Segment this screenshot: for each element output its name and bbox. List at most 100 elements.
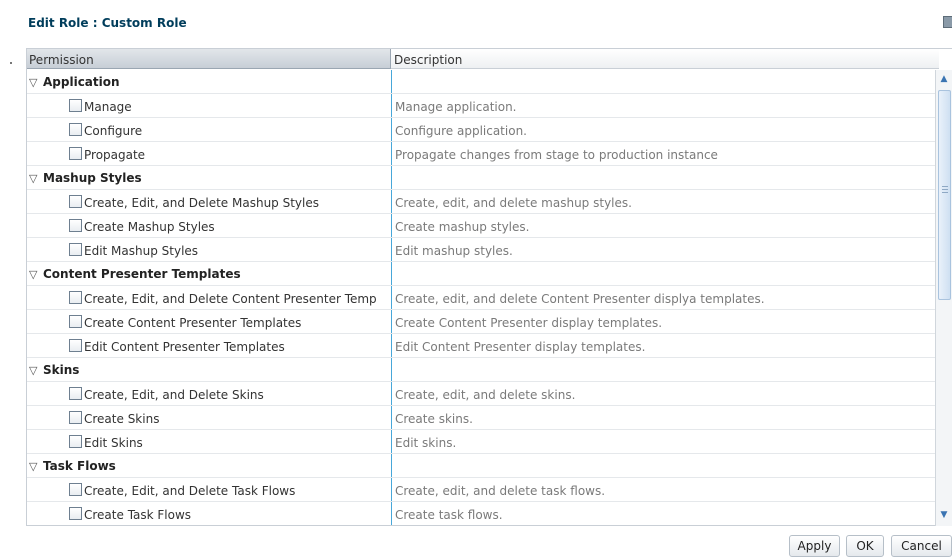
group-description-cell [391, 358, 939, 381]
permission-cell: Manage [27, 94, 391, 117]
permission-checkbox[interactable] [69, 411, 82, 424]
permission-cell: Create Skins [27, 406, 391, 429]
permission-description: Propagate changes from stage to producti… [391, 142, 939, 165]
arrow-down-icon[interactable]: ▼ [936, 508, 952, 522]
permission-label[interactable]: Edit Mashup Styles [84, 244, 198, 258]
permission-cell: Create Task Flows [27, 502, 391, 525]
table-row: Edit Mashup Styles Edit mashup styles. [27, 238, 939, 262]
permission-cell: Edit Mashup Styles [27, 238, 391, 261]
arrow-up-icon[interactable]: ▲ [936, 72, 952, 86]
permission-checkbox[interactable] [69, 195, 82, 208]
permission-label[interactable]: Edit Skins [84, 436, 143, 450]
table-row: Create, Edit, and Delete Skins Create, ed… [27, 382, 939, 406]
dialog-titlebar: Edit Role : Custom Role [0, 0, 952, 44]
table-row: Create Task Flows Create task flows. [27, 502, 939, 525]
group-header[interactable]: ▽ Content Presenter Templates [27, 262, 391, 285]
permission-checkbox[interactable] [69, 99, 82, 112]
close-icon[interactable] [943, 16, 952, 28]
apply-button[interactable]: Apply [789, 535, 840, 557]
group-name: Task Flows [43, 459, 116, 473]
permission-checkbox[interactable] [69, 123, 82, 136]
permission-cell: Configure [27, 118, 391, 141]
permission-label[interactable]: Propagate [84, 148, 145, 162]
group-description-cell [391, 454, 939, 477]
group-row[interactable]: ▽ Content Presenter Templates [27, 262, 939, 286]
permission-description: Manage application. [391, 94, 939, 117]
table-row: Create Mashup Styles Create mashup styles… [27, 214, 939, 238]
group-header[interactable]: ▽ Skins [27, 358, 391, 381]
permission-checkbox[interactable] [69, 147, 82, 160]
permission-description: Create, edit, and delete task flows. [391, 478, 939, 501]
group-row[interactable]: ▽ Task Flows [27, 454, 939, 478]
permission-checkbox[interactable] [69, 243, 82, 256]
permission-label[interactable]: Edit Content Presenter Templates [84, 340, 285, 354]
table-row: Edit Skins Edit skins. [27, 430, 939, 454]
permission-label[interactable]: Create Task Flows [84, 508, 191, 522]
permission-checkbox[interactable] [69, 291, 82, 304]
column-header-permission[interactable]: Permission [27, 49, 391, 69]
permission-description: Create, edit, and delete mashup styles. [391, 190, 939, 213]
group-row[interactable]: ▽ Application [27, 70, 939, 94]
group-header[interactable]: ▽ Mashup Styles [27, 166, 391, 189]
permission-label[interactable]: Manage [84, 100, 132, 114]
permission-cell: Propagate [27, 142, 391, 165]
cancel-button[interactable]: Cancel [891, 535, 952, 557]
table-row: Create, Edit, and Delete Mashup Styles Cr… [27, 190, 939, 214]
permission-label[interactable]: Create, Edit, and Delete Mashup Styles [84, 196, 319, 210]
permission-cell: Create Content Presenter Templates [27, 310, 391, 333]
permission-description: Edit mashup styles. [391, 238, 939, 261]
vertical-scrollbar[interactable]: ▲ ▼ [935, 70, 952, 526]
group-row[interactable]: ▽ Mashup Styles [27, 166, 939, 190]
table-header: Permission Description [27, 49, 952, 70]
group-description-cell [391, 166, 939, 189]
table-row: Propagate Propagate changes from stage to… [27, 142, 939, 166]
group-name: Skins [43, 363, 80, 377]
permission-cell: Create Mashup Styles [27, 214, 391, 237]
left-marker [10, 62, 12, 64]
group-description-cell [391, 262, 939, 285]
permission-label[interactable]: Create Mashup Styles [84, 220, 215, 234]
permission-cell: Create, Edit, and Delete Task Flows [27, 478, 391, 501]
permission-label[interactable]: Create, Edit, and Delete Content Present… [84, 292, 377, 306]
permission-checkbox[interactable] [69, 507, 82, 520]
triangle-down-icon[interactable]: ▽ [29, 172, 43, 185]
table-row: Create, Edit, and Delete Content Present… [27, 286, 939, 310]
permission-checkbox[interactable] [69, 435, 82, 448]
permission-label[interactable]: Configure [84, 124, 142, 138]
triangle-down-icon[interactable]: ▽ [29, 76, 43, 89]
permission-description: Edit skins. [391, 430, 939, 453]
triangle-down-icon[interactable]: ▽ [29, 268, 43, 281]
group-row[interactable]: ▽ Skins [27, 358, 939, 382]
permission-description: Create skins. [391, 406, 939, 429]
permission-label[interactable]: Create Content Presenter Templates [84, 316, 301, 330]
permissions-table: Permission Description ▽ Application Manag… [26, 48, 952, 526]
triangle-down-icon[interactable]: ▽ [29, 460, 43, 473]
permission-checkbox[interactable] [69, 315, 82, 328]
permission-checkbox[interactable] [69, 339, 82, 352]
table-body: ▽ Application Manage Manage application. Con… [27, 70, 939, 525]
permission-cell: Create, Edit, and Delete Content Present… [27, 286, 391, 309]
permission-cell: Create, Edit, and Delete Skins [27, 382, 391, 405]
ok-button[interactable]: OK [846, 535, 884, 557]
permission-label[interactable]: Create, Edit, and Delete Task Flows [84, 484, 295, 498]
triangle-down-icon[interactable]: ▽ [29, 364, 43, 377]
dialog-title: Edit Role : Custom Role [28, 16, 187, 30]
permission-label[interactable]: Create Skins [84, 412, 159, 426]
permission-checkbox[interactable] [69, 219, 82, 232]
grip-icon [942, 186, 948, 187]
group-header[interactable]: ▽ Task Flows [27, 454, 391, 477]
permission-cell: Edit Skins [27, 430, 391, 453]
group-name: Application [43, 75, 120, 89]
column-header-description[interactable]: Description [391, 49, 939, 69]
permission-cell: Create, Edit, and Delete Mashup Styles [27, 190, 391, 213]
permission-checkbox[interactable] [69, 387, 82, 400]
group-description-cell [391, 70, 939, 93]
group-header[interactable]: ▽ Application [27, 70, 391, 93]
permission-description: Create Content Presenter display templat… [391, 310, 939, 333]
permission-label[interactable]: Create, Edit, and Delete Skins [84, 388, 264, 402]
table-row: Manage Manage application. [27, 94, 939, 118]
group-name: Mashup Styles [43, 171, 142, 185]
permission-checkbox[interactable] [69, 483, 82, 496]
table-row: Create Skins Create skins. [27, 406, 939, 430]
scrollbar-thumb[interactable] [938, 90, 951, 300]
